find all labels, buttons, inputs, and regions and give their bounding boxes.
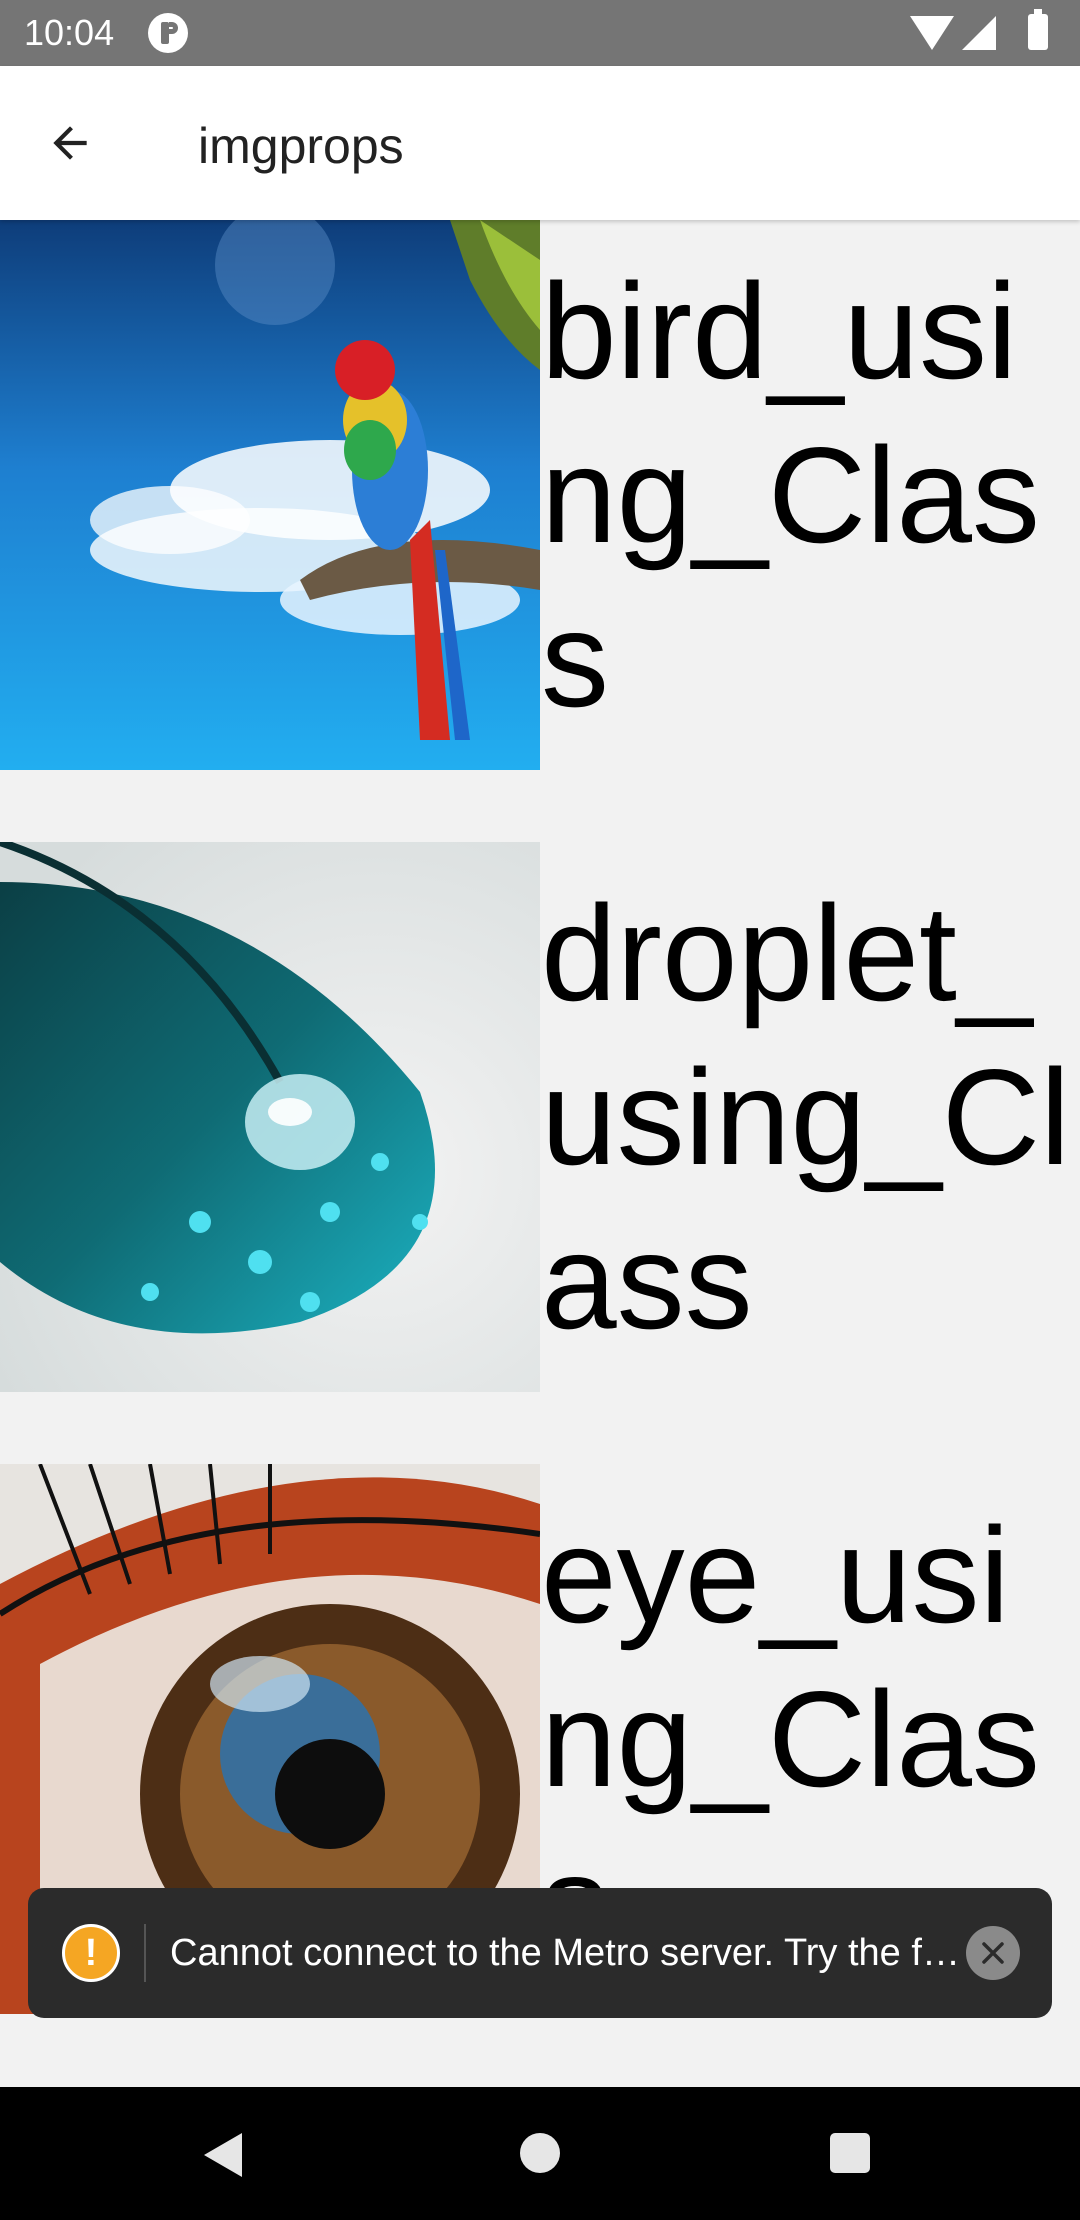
nav-back-button[interactable] [204, 2133, 242, 2177]
toast-message: Cannot connect to the Metro server. Try … [170, 1932, 970, 1974]
page-title: imgprops [198, 118, 404, 174]
arrow-left-icon [53, 126, 87, 160]
droplet-image [0, 842, 540, 1392]
signal-icon [962, 16, 996, 50]
close-icon [982, 1942, 1004, 1964]
battery-icon [1028, 9, 1048, 50]
wifi-icon [910, 16, 954, 50]
status-bar: 10:04 [0, 0, 1080, 66]
app-bar: imgprops [0, 66, 1080, 220]
status-time: 10:04 [24, 12, 115, 53]
list-item-label: droplet_using_Class [541, 877, 1071, 1357]
list-item[interactable]: bird_using_Class [0, 220, 1080, 770]
nav-home-button[interactable] [520, 2133, 560, 2173]
divider [144, 1924, 146, 1982]
notification-app-icon [148, 13, 188, 53]
error-toast[interactable]: ! Cannot connect to the Metro server. Tr… [28, 1888, 1052, 2018]
status-icons [910, 9, 1060, 54]
close-button[interactable] [966, 1926, 1020, 1980]
back-button[interactable] [30, 106, 110, 180]
navigation-bar [0, 2087, 1080, 2220]
nav-recents-button[interactable] [830, 2133, 870, 2173]
list-item-label: bird_using_Class [541, 255, 1040, 735]
bird-image [0, 220, 540, 770]
list-item[interactable]: droplet_using_Class [0, 842, 1080, 1392]
warning-icon: ! [62, 1924, 120, 1982]
image-list: bird_using_Class droplet_using_Class eye… [0, 220, 1080, 2087]
